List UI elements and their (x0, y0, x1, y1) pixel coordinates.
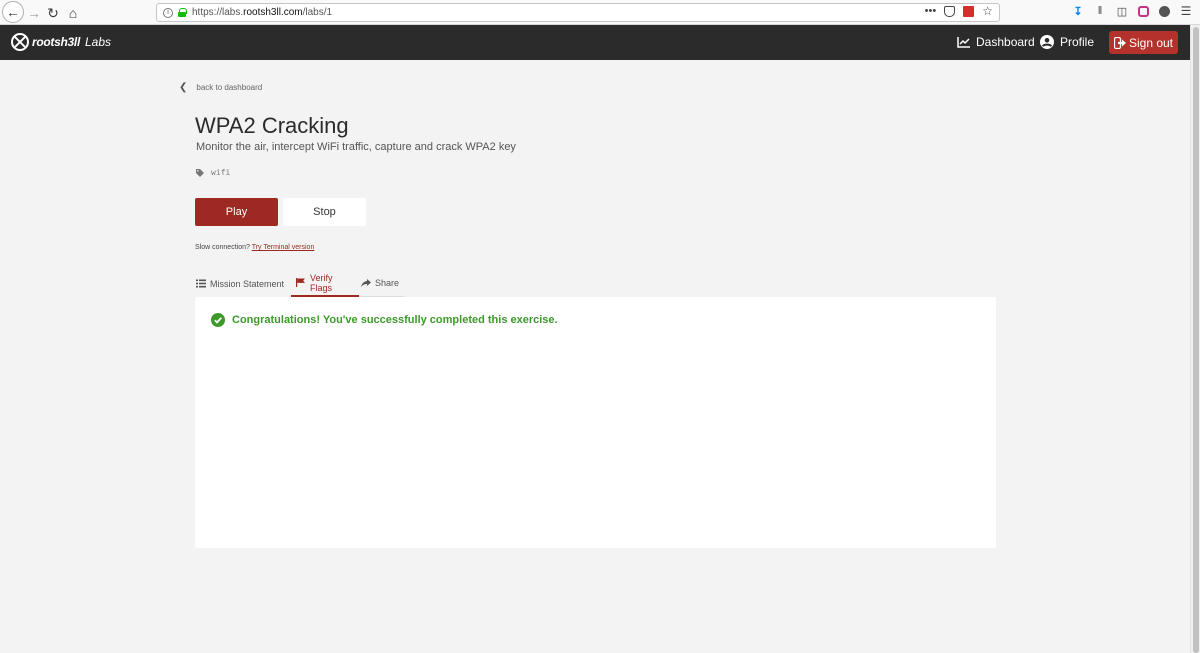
url-domain: rootsh3ll.com (243, 7, 303, 18)
download-icon[interactable]: ↧ (1072, 4, 1084, 18)
tab-mission-statement[interactable]: Mission Statement (195, 270, 291, 297)
tab-share-label: Share (375, 278, 400, 288)
success-message: Congratulations! You've successfully com… (232, 314, 558, 326)
line-chart-icon (957, 37, 970, 48)
library-icon[interactable]: ‖ (1094, 4, 1106, 18)
extension-icon[interactable] (963, 5, 975, 17)
tab-share[interactable]: Share (359, 270, 404, 297)
dashboard-label: Dashboard (976, 35, 1035, 49)
verify-flags-panel: Congratulations! You've successfully com… (195, 297, 996, 548)
play-button[interactable]: Play (195, 198, 278, 226)
brand-logo-link[interactable]: rootsh3ll Labs (11, 33, 111, 51)
page-title: WPA2 Cracking (195, 113, 349, 138)
home-icon[interactable]: ⌂ (63, 3, 83, 23)
forward-arrow-icon[interactable]: → (24, 3, 44, 23)
profile-link[interactable]: Profile (1040, 35, 1094, 49)
sign-out-label: Sign out (1128, 35, 1174, 50)
sign-out-icon (1113, 36, 1126, 49)
hamburger-menu-icon[interactable]: ☰ (1180, 4, 1192, 18)
scroll-thumb[interactable] (1193, 27, 1199, 653)
address-bar[interactable]: i https://labs.rootsh3ll.com/labs/1 ••• … (156, 3, 1000, 22)
slow-connection-note: Slow connection? Try Terminal version (195, 244, 314, 251)
stop-button[interactable]: Stop (283, 198, 366, 226)
tags-icon (196, 168, 204, 177)
sidebar-icon[interactable]: ◫ (1116, 4, 1128, 18)
brand-suffix: Labs (84, 35, 112, 49)
dashboard-link[interactable]: Dashboard (957, 35, 1035, 49)
url-prefix: https://labs. (192, 7, 244, 18)
list-icon (196, 279, 206, 288)
profile-label: Profile (1060, 35, 1095, 49)
check-circle-icon (211, 313, 225, 327)
sign-out-button[interactable]: Sign out (1109, 31, 1178, 54)
back-to-dashboard-link[interactable]: ❮ back to dashboard (179, 82, 262, 93)
lock-icon (178, 8, 187, 17)
flag-icon (296, 278, 305, 287)
tab-bar: Mission Statement Verify Flags Share (195, 270, 404, 297)
back-arrow-icon[interactable]: ← (2, 1, 24, 23)
info-icon[interactable]: i (163, 7, 173, 18)
tab-verify-flags[interactable]: Verify Flags (291, 270, 359, 297)
instagram-icon[interactable] (1138, 5, 1149, 17)
share-icon (361, 278, 371, 287)
account-icon[interactable] (1159, 5, 1170, 17)
tag-label[interactable]: wifi (211, 168, 230, 177)
tab-verify-label: Verify Flags (310, 272, 333, 293)
page-subtitle: Monitor the air, intercept WiFi traffic,… (196, 141, 516, 153)
user-circle-icon (1040, 35, 1054, 49)
brand-name: rootsh3ll (32, 35, 80, 49)
app-header: rootsh3ll Labs Dashboard Profile Sign ou… (0, 25, 1190, 60)
success-alert: Congratulations! You've successfully com… (211, 313, 558, 327)
url-text[interactable]: https://labs.rootsh3ll.com/labs/1 (192, 7, 332, 18)
slow-connection-text: Slow connection? (195, 244, 250, 251)
page-actions-icon[interactable]: ••• (925, 5, 937, 17)
bookmark-star-icon[interactable]: ☆ (982, 5, 993, 17)
pocket-icon[interactable] (944, 5, 956, 17)
back-label: back to dashboard (196, 83, 263, 92)
tab-mission-label: Mission Statement (210, 278, 285, 289)
rootsh3ll-logo-icon (11, 33, 29, 51)
tag-row: wifi (196, 168, 230, 177)
terminal-version-link[interactable]: Try Terminal version (252, 244, 315, 251)
reload-icon[interactable]: ↻ (43, 3, 63, 23)
url-path: /labs/1 (302, 7, 333, 18)
page-scrollbar[interactable] (1190, 25, 1200, 653)
browser-toolbar: ← → ↻ ⌂ i https://labs.rootsh3ll.com/lab… (0, 0, 1200, 25)
chevron-left-icon: ❮ (179, 82, 188, 93)
